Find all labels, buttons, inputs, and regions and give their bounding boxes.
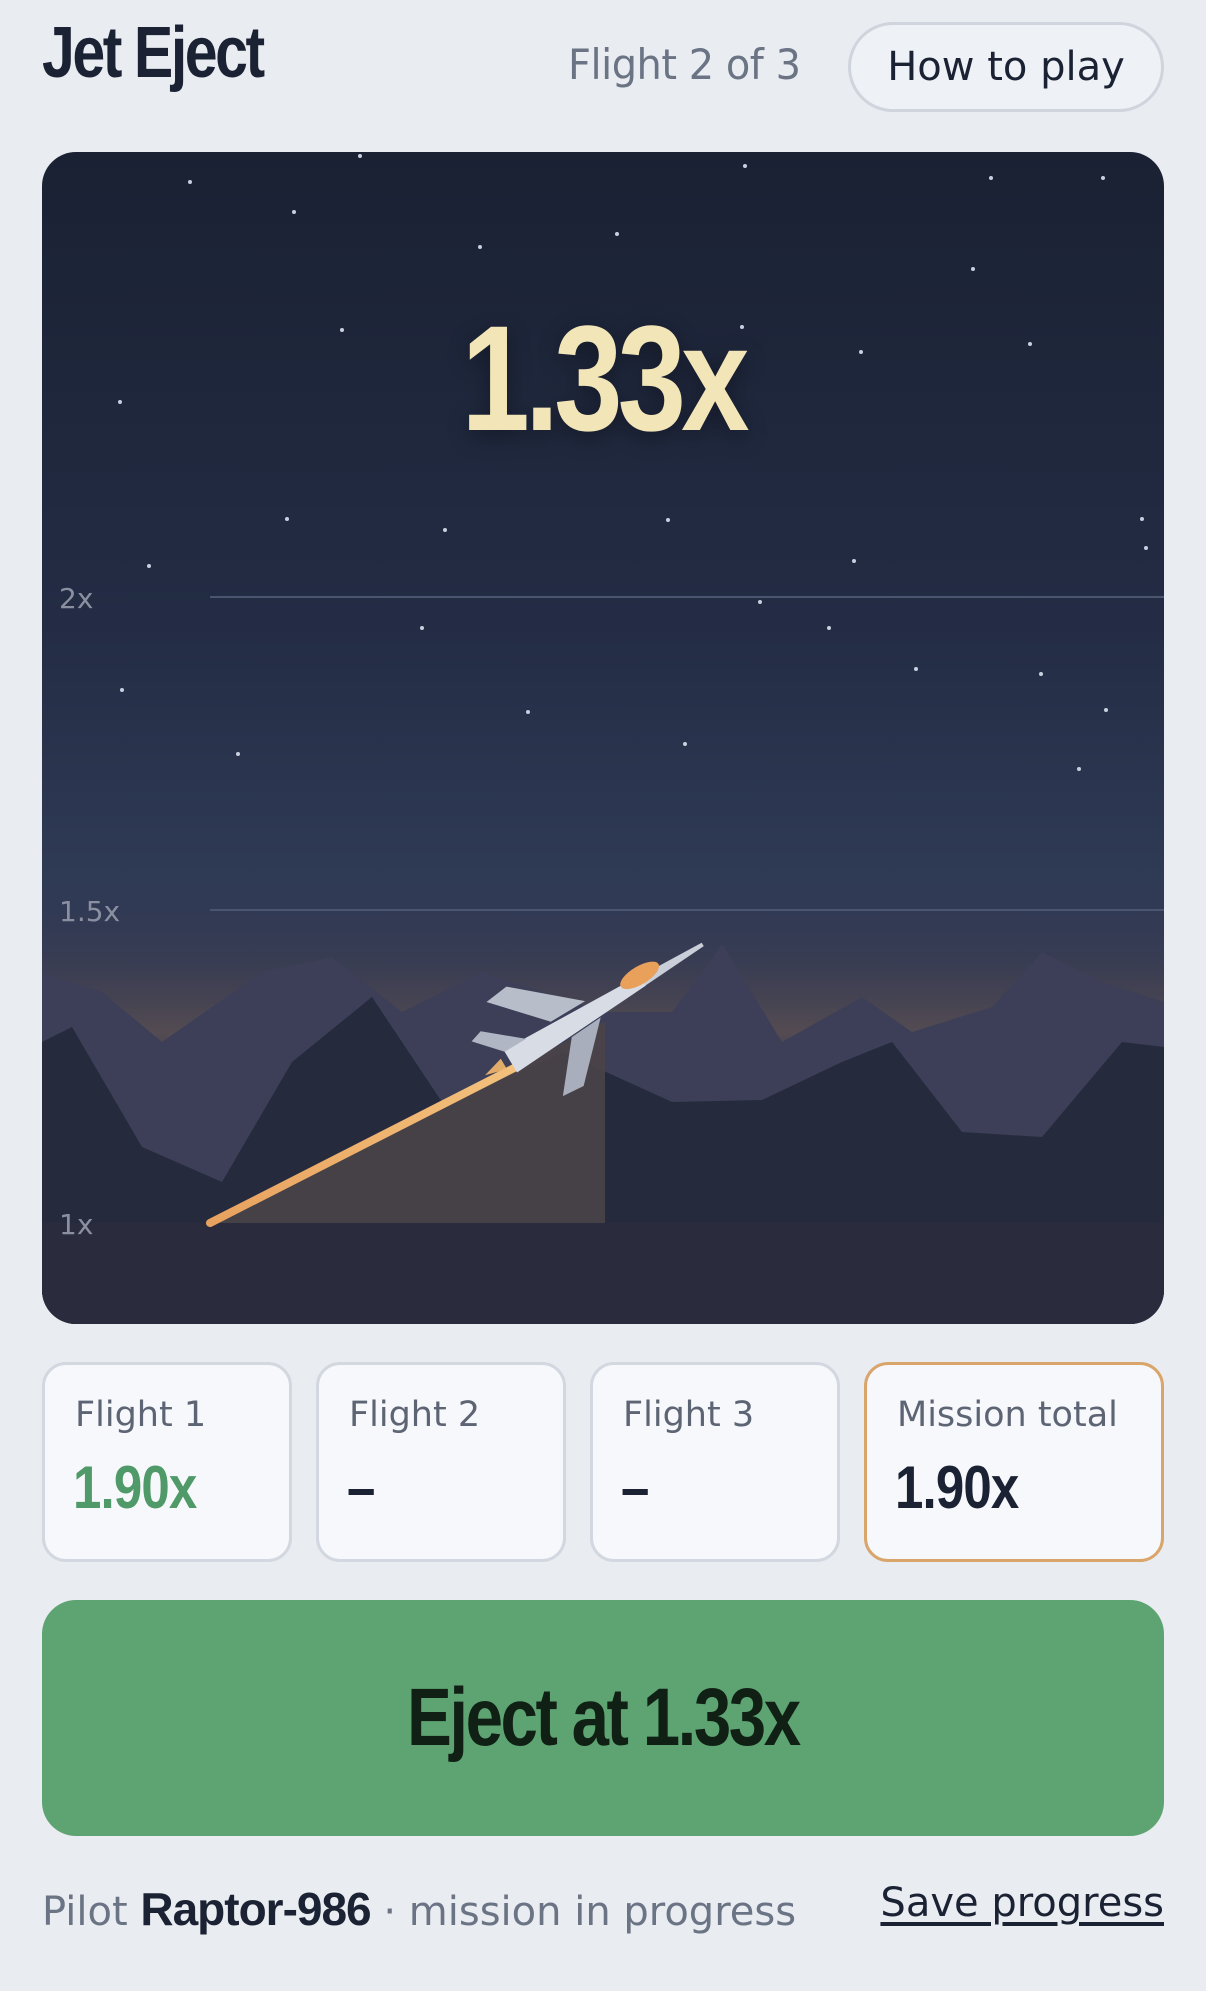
current-multiplier: 1.33x xyxy=(461,294,749,462)
flight-3-label: Flight 3 xyxy=(623,1395,755,1435)
flight-1-label: Flight 1 xyxy=(75,1395,207,1435)
pilot-status: Pilot Raptor-986 · mission in progress xyxy=(42,1882,796,1936)
flight-3-card: Flight 3 – xyxy=(590,1362,840,1562)
game-title: Jet Eject xyxy=(42,13,265,93)
how-to-play-button[interactable]: How to play xyxy=(848,22,1164,112)
flight-3-value: – xyxy=(621,1454,649,1521)
eject-button-label: Eject at 1.33x xyxy=(407,1672,801,1763)
flight-2-value: – xyxy=(347,1454,375,1521)
mission-total-card: Mission total 1.90x xyxy=(864,1362,1164,1562)
flight-1-value: 1.90x xyxy=(73,1454,197,1521)
axis-label-1x: 1x xyxy=(59,1208,94,1241)
mission-total-label: Mission total xyxy=(897,1395,1118,1435)
axis-label-1-5x: 1.5x xyxy=(59,895,121,928)
flight-stage: 2x 1.5x 1x 1.33x xyxy=(42,152,1164,1324)
axis-label-2x: 2x xyxy=(59,582,94,615)
mission-status: · mission in progress xyxy=(383,1889,797,1935)
mission-total-value: 1.90x xyxy=(895,1454,1019,1521)
flight-counter: Flight 2 of 3 xyxy=(568,40,801,89)
save-progress-link[interactable]: Save progress xyxy=(880,1880,1164,1926)
pilot-prefix: Pilot xyxy=(42,1889,128,1935)
eject-button[interactable]: Eject at 1.33x xyxy=(42,1600,1164,1836)
pilot-name: Raptor-986 xyxy=(140,1883,371,1935)
game-app: Jet Eject Flight 2 of 3 How to play 2x 1… xyxy=(0,0,1206,1991)
flight-2-card: Flight 2 – xyxy=(316,1362,566,1562)
flight-1-card: Flight 1 1.90x xyxy=(42,1362,292,1562)
flight-2-label: Flight 2 xyxy=(349,1395,481,1435)
